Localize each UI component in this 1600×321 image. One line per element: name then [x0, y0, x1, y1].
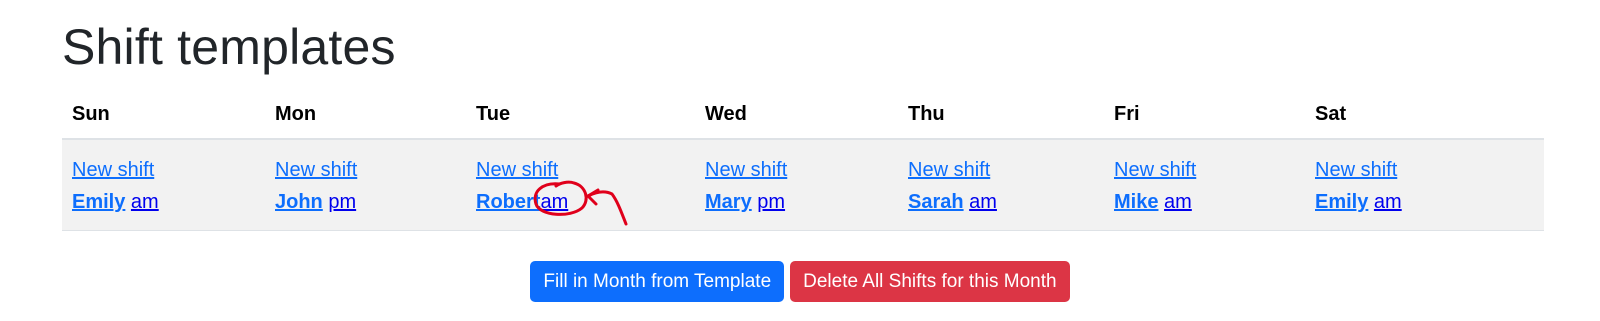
shift-person-link[interactable]: John — [275, 191, 323, 213]
shift-entry-sun: Emily am — [72, 186, 265, 218]
annotated-period-wrap: am — [534, 180, 628, 226]
action-buttons: Fill in Month from Template Delete All S… — [0, 261, 1600, 302]
shift-period-link[interactable]: am — [1374, 191, 1402, 213]
shift-person-link[interactable]: Emily — [1315, 191, 1368, 213]
day-cell-thu: New shift Sarah am — [898, 139, 1104, 231]
shift-period-link[interactable]: am — [131, 191, 159, 213]
day-header-row: Sun Mon Tue Wed Thu Fri Sat — [62, 90, 1544, 140]
shift-entry-tue: Robertam — [476, 180, 695, 226]
new-shift-link-thu[interactable]: New shift — [908, 154, 1104, 186]
shift-person-link[interactable]: Sarah — [908, 191, 964, 213]
day-header-sat: Sat — [1305, 90, 1544, 140]
shift-period-link[interactable]: am — [969, 191, 997, 213]
new-shift-link-sat[interactable]: New shift — [1315, 154, 1544, 186]
day-header-wed: Wed — [695, 90, 898, 140]
shift-period-link[interactable]: am — [540, 191, 568, 213]
shift-period-link[interactable]: am — [1164, 191, 1192, 213]
day-cell-mon: New shift John pm — [265, 139, 466, 231]
delete-month-shifts-button[interactable]: Delete All Shifts for this Month — [790, 261, 1070, 302]
day-cell-tue: New shift Robertam — [466, 139, 695, 231]
day-header-sun: Sun — [62, 90, 265, 140]
shift-person-link[interactable]: Robert — [476, 191, 540, 213]
shift-period-link[interactable]: pm — [328, 191, 356, 213]
shift-row: New shift Emily am New shift John pm New… — [62, 139, 1544, 231]
day-header-thu: Thu — [898, 90, 1104, 140]
day-header-fri: Fri — [1104, 90, 1305, 140]
day-header-mon: Mon — [265, 90, 466, 140]
new-shift-link-sun[interactable]: New shift — [72, 154, 265, 186]
day-cell-sat: New shift Emily am — [1305, 139, 1544, 231]
shift-entry-thu: Sarah am — [908, 186, 1104, 218]
shift-entry-sat: Emily am — [1315, 186, 1544, 218]
shift-template-table: Sun Mon Tue Wed Thu Fri Sat New shift Em… — [62, 90, 1544, 231]
day-cell-wed: New shift Mary pm — [695, 139, 898, 231]
shift-person-link[interactable]: Mike — [1114, 191, 1158, 213]
shift-entry-mon: John pm — [275, 186, 466, 218]
shift-entry-fri: Mike am — [1114, 186, 1305, 218]
new-shift-link-fri[interactable]: New shift — [1114, 154, 1305, 186]
shift-period-link[interactable]: pm — [757, 191, 785, 213]
shift-templates-page: Shift templates Sun Mon Tue Wed Thu Fri … — [0, 0, 1600, 321]
page-title: Shift templates — [62, 19, 396, 75]
new-shift-link-wed[interactable]: New shift — [705, 154, 898, 186]
day-cell-fri: New shift Mike am — [1104, 139, 1305, 231]
shift-entry-wed: Mary pm — [705, 186, 898, 218]
new-shift-link-tue[interactable]: New shift — [476, 154, 695, 186]
shift-person-link[interactable]: Emily — [72, 191, 125, 213]
shift-person-link[interactable]: Mary — [705, 191, 752, 213]
fill-month-button[interactable]: Fill in Month from Template — [530, 261, 785, 302]
new-shift-link-mon[interactable]: New shift — [275, 154, 466, 186]
day-cell-sun: New shift Emily am — [62, 139, 265, 231]
day-header-tue: Tue — [466, 90, 695, 140]
